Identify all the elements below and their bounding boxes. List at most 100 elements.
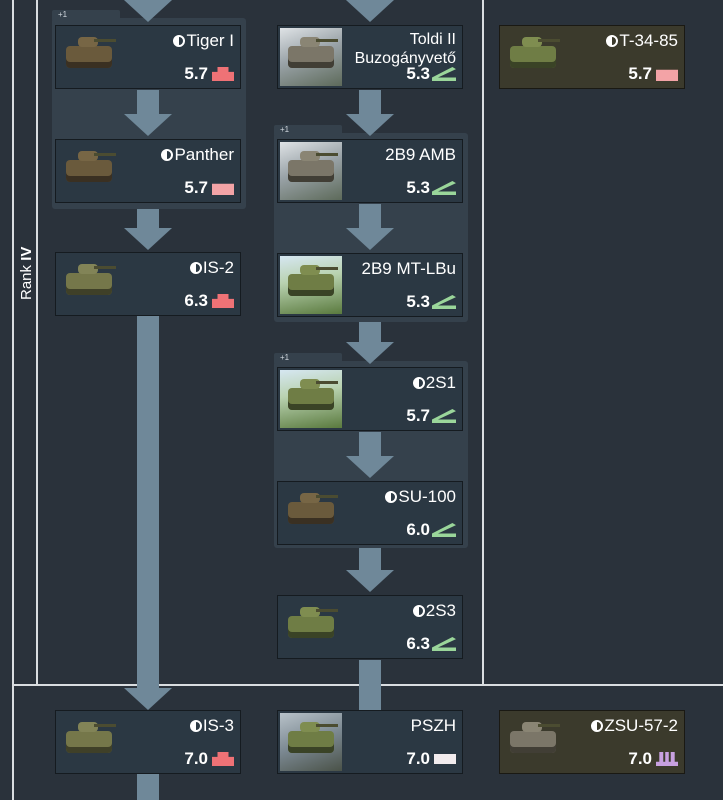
- vehicle-name: 2S1: [412, 374, 456, 392]
- vehicle-card-t-34-85[interactable]: T-34-85 5.7: [499, 25, 685, 89]
- research-connector: [359, 548, 381, 572]
- battle-rating: 5.3: [406, 64, 430, 83]
- heavy-tank-icon: [212, 752, 234, 766]
- research-connector: [359, 204, 381, 230]
- research-connector: [137, 316, 159, 690]
- battle-rating: 5.3: [406, 292, 430, 311]
- tank-destroyer-icon: [432, 67, 456, 81]
- research-arrow: [124, 688, 172, 710]
- research-arrow: [124, 228, 172, 250]
- half-circle-icon: [189, 262, 202, 274]
- tank-icon: [288, 607, 338, 638]
- tank-destroyer-icon: [432, 637, 456, 651]
- tank-icon: [288, 379, 338, 410]
- vehicle-thumbnail: [58, 28, 120, 86]
- rank-column-left-border: [12, 0, 14, 800]
- half-circle-icon: [606, 35, 619, 47]
- battle-rating: 5.7: [184, 178, 208, 197]
- medium-tank-icon: [656, 69, 678, 81]
- half-circle-icon: [385, 491, 398, 503]
- vehicle-name: IS-2: [189, 259, 234, 277]
- vehicle-card-panther[interactable]: Panther 5.7: [55, 139, 241, 203]
- battle-rating: 7.0: [184, 749, 208, 768]
- vehicle-card-pszh[interactable]: PSZH 7.0: [277, 710, 463, 774]
- vehicle-name: SU-100: [385, 488, 456, 506]
- vehicle-name: T-34-85: [606, 32, 678, 50]
- battle-rating: 7.0: [406, 749, 430, 768]
- research-connector: [137, 209, 159, 229]
- battle-rating: 5.7: [184, 64, 208, 83]
- half-circle-icon: [591, 720, 604, 732]
- tank-destroyer-icon: [432, 295, 456, 309]
- research-arrow: [346, 0, 394, 22]
- battle-rating: 6.3: [406, 634, 430, 653]
- vehicle-thumbnail: [280, 713, 342, 771]
- research-connector: [137, 774, 159, 800]
- tank-icon: [288, 493, 338, 524]
- half-circle-icon: [173, 35, 186, 47]
- heavy-tank-icon: [212, 67, 234, 81]
- battle-rating: 5.3: [406, 178, 430, 197]
- research-arrow: [346, 570, 394, 592]
- vehicle-card-toldi-ii[interactable]: Toldi II Buzogányvető 5.3: [277, 25, 463, 89]
- vehicle-card-2b9-amb[interactable]: 2B9 AMB 5.3: [277, 139, 463, 203]
- vehicle-name: ZSU-57-2: [591, 717, 678, 735]
- vehicle-thumbnail: [502, 713, 564, 771]
- vehicle-name: Tiger I: [173, 32, 234, 50]
- research-connector: [137, 90, 159, 116]
- vehicle-name: Panther: [161, 146, 234, 164]
- research-arrow: [124, 0, 172, 22]
- vehicle-name: 2S3: [412, 602, 456, 620]
- vehicle-card-tiger-i[interactable]: Tiger I 5.7: [55, 25, 241, 89]
- tank-icon: [288, 37, 338, 68]
- spaa-icon: [656, 752, 678, 766]
- column-divider: [482, 0, 484, 685]
- vehicle-thumbnail: [280, 484, 342, 542]
- vehicle-card-2s1[interactable]: 2S1 5.7: [277, 367, 463, 431]
- rank-label: Rank IV: [18, 246, 35, 300]
- vehicle-thumbnail: [280, 598, 342, 656]
- battle-rating: 6.3: [184, 291, 208, 310]
- vehicle-card-su-100[interactable]: SU-100 6.0: [277, 481, 463, 545]
- vehicle-card-2s3[interactable]: 2S3 6.3: [277, 595, 463, 659]
- heavy-tank-icon: [212, 294, 234, 308]
- vehicle-name: 2B9 AMB: [385, 145, 456, 164]
- tank-icon: [66, 151, 116, 182]
- half-circle-icon: [412, 377, 425, 389]
- medium-tank-icon: [212, 183, 234, 195]
- vehicle-thumbnail: [280, 256, 342, 314]
- battle-rating: 5.7: [628, 64, 652, 83]
- vehicle-thumbnail: [280, 370, 342, 428]
- vehicle-card-zsu-57-2[interactable]: ZSU-57-2 7.0: [499, 710, 685, 774]
- vehicle-name: 2B9 MT-LBu: [361, 259, 457, 278]
- vehicle-thumbnail: [58, 713, 120, 771]
- tank-icon: [66, 264, 116, 295]
- vehicle-thumbnail: [58, 255, 120, 313]
- research-arrow: [346, 456, 394, 478]
- battle-rating: 6.0: [406, 520, 430, 539]
- vehicle-card-is-2[interactable]: IS-2 6.3: [55, 252, 241, 316]
- battle-rating: 7.0: [628, 749, 652, 768]
- vehicle-thumbnail: [280, 28, 342, 86]
- vehicle-name: Toldi II Buzogányvető: [354, 31, 456, 67]
- research-arrow: [346, 228, 394, 250]
- rank-column-right-border: [36, 0, 38, 685]
- tank-icon: [66, 722, 116, 753]
- battle-rating: 5.7: [406, 406, 430, 425]
- vehicle-card-2b9-mt-lbu[interactable]: 2B9 MT-LBu 5.3: [277, 253, 463, 317]
- tank-icon: [510, 37, 560, 68]
- tank-destroyer-icon: [432, 409, 456, 423]
- research-connector: [359, 660, 381, 712]
- vehicle-card-is-3[interactable]: IS-3 7.0: [55, 710, 241, 774]
- vehicle-thumbnail: [58, 142, 120, 200]
- research-connector: [359, 90, 381, 116]
- vehicle-thumbnail: [280, 142, 342, 200]
- half-circle-icon: [189, 720, 202, 732]
- tank-icon: [288, 265, 338, 296]
- research-connector: [359, 432, 381, 458]
- tank-destroyer-icon: [432, 523, 456, 537]
- vehicle-thumbnail: [502, 28, 564, 86]
- vehicle-name: IS-3: [189, 717, 234, 735]
- research-arrow: [124, 114, 172, 136]
- tank-icon: [510, 722, 560, 753]
